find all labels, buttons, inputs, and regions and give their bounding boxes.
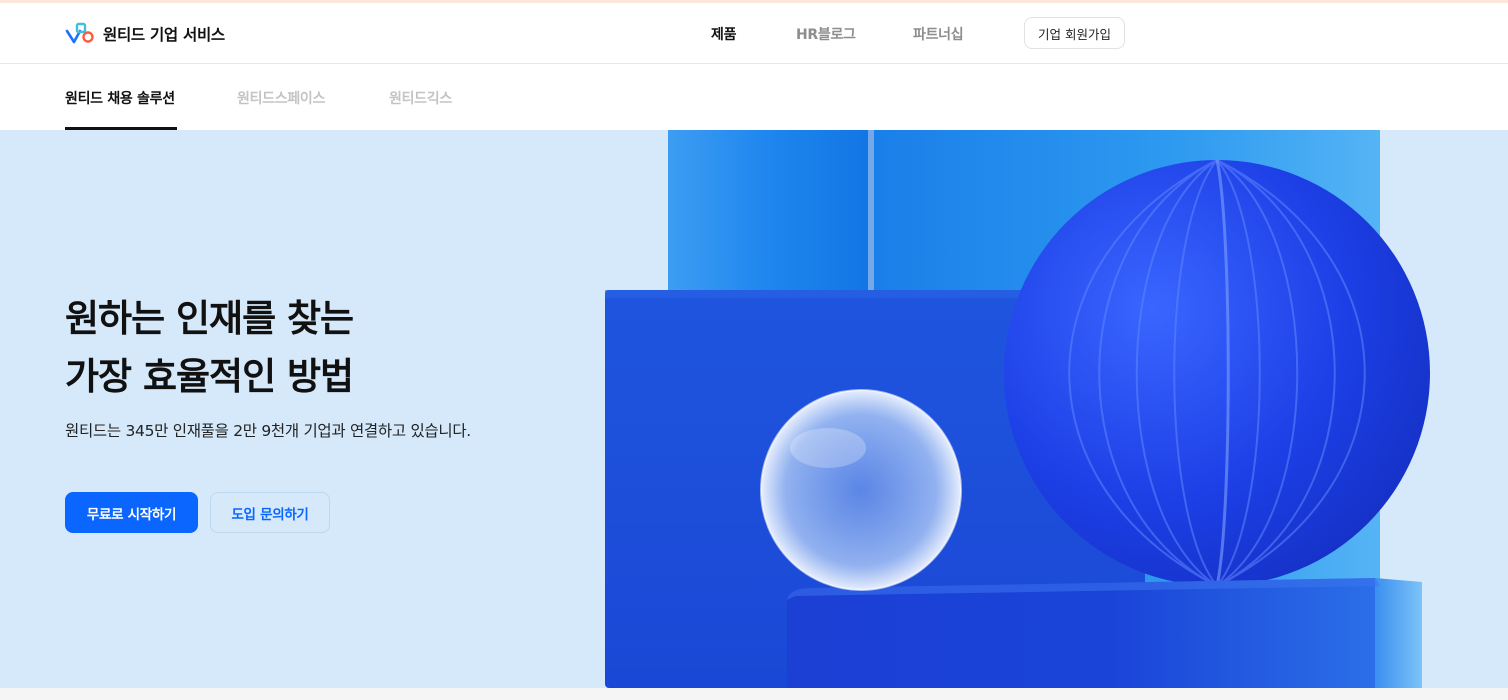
company-signup-button[interactable]: 기업 회원가입 <box>1024 17 1125 49</box>
sub-nav: 원티드 채용 솔루션 원티드스페이스 원티드긱스 <box>0 64 1508 130</box>
hero-title-line-2: 가장 효율적인 방법 <box>65 355 354 398</box>
hero-subtitle: 원티드는 345만 인재풀을 2만 9천개 기업과 연결하고 있습니다. <box>65 422 471 440</box>
bottom-strip <box>0 688 1508 700</box>
nav-item-hr-blog[interactable]: HR블로그 <box>796 24 856 44</box>
hero-title-line-1: 원하는 인재를 찾는 <box>65 297 354 340</box>
subnav-item-recruit-solution[interactable]: 원티드 채용 솔루션 <box>65 88 175 108</box>
main-nav: 제품 HR블로그 파트너십 기업 회원가입 <box>0 3 1508 64</box>
subnav-item-wanted-gigs[interactable]: 원티드긱스 <box>389 88 452 108</box>
subnav-item-wanted-space[interactable]: 원티드스페이스 <box>237 88 325 108</box>
inquiry-button[interactable]: 도입 문의하기 <box>210 492 330 533</box>
start-free-button[interactable]: 무료로 시작하기 <box>65 492 198 533</box>
nav-item-partnership[interactable]: 파트너십 <box>913 24 964 44</box>
nav-item-products[interactable]: 제품 <box>711 24 736 44</box>
hero-3d-illustration <box>605 130 1430 688</box>
hero-title: 원하는 인재를 찾는 가장 효율적인 방법 <box>65 290 354 406</box>
top-header: 원티드 기업 서비스 제품 HR블로그 파트너십 기업 회원가입 <box>0 3 1508 64</box>
hero-section: 원하는 인재를 찾는 가장 효율적인 방법 원티드는 345만 인재풀을 2만 … <box>0 130 1508 688</box>
